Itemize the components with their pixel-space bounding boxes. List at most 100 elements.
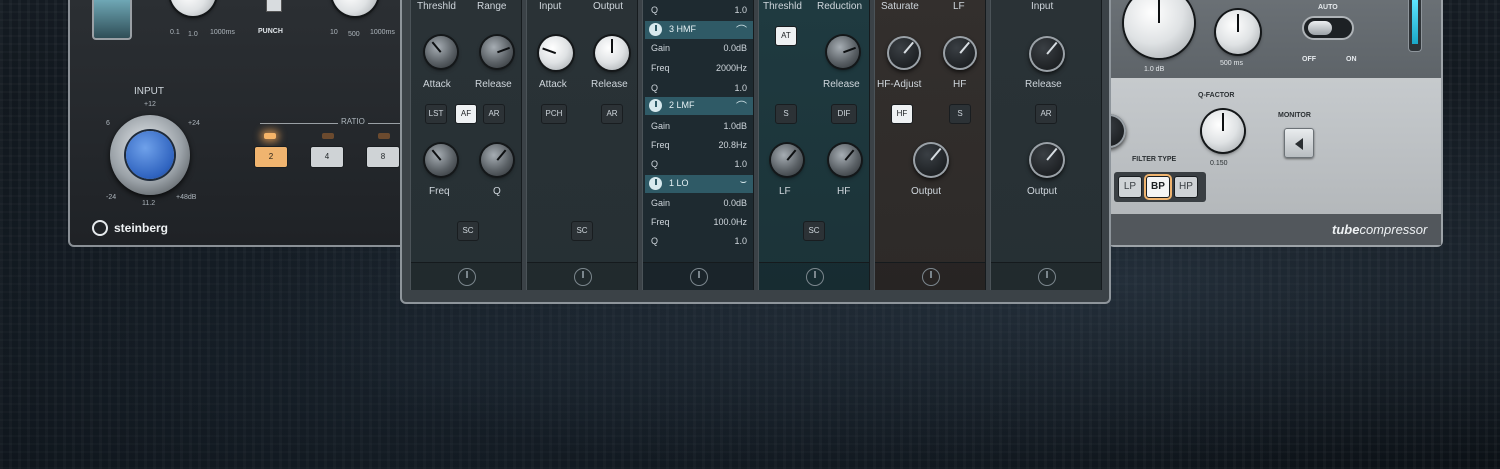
- limiter-input-knob[interactable]: [1029, 36, 1065, 72]
- gate-footer: [411, 262, 521, 290]
- gate-sidechain-button[interactable]: SC: [457, 221, 479, 241]
- deesser-dif-button[interactable]: DIF: [831, 104, 857, 124]
- limiter-power-icon[interactable]: [1038, 268, 1056, 286]
- gate-threshold-label: Threshld: [417, 1, 456, 12]
- comp-pch-button[interactable]: PCH: [541, 104, 567, 124]
- gate-q-knob[interactable]: [481, 144, 513, 176]
- tube-brand: tubecompressor: [1332, 222, 1427, 237]
- punch-switch[interactable]: [266, 0, 282, 12]
- gate-freq-knob[interactable]: [425, 144, 457, 176]
- comp-release-label: Release: [591, 79, 628, 90]
- eq-band-lo-header[interactable]: 1 LO ⌣: [645, 175, 753, 193]
- brand-label: steinberg: [114, 221, 169, 235]
- gate-af-button[interactable]: AF: [455, 104, 477, 124]
- gate-power-icon[interactable]: [458, 268, 476, 286]
- speaker-icon: [1295, 138, 1303, 150]
- gate-lst-button[interactable]: LST: [425, 104, 447, 124]
- limiter-release-label: Release: [1025, 79, 1062, 90]
- eq-band-lmf-header[interactable]: 2 LMF ⌒: [645, 97, 753, 115]
- ratio-button-8[interactable]: 8: [366, 146, 400, 168]
- eq-band-hmf-header[interactable]: 3 HMF ⌒: [645, 21, 753, 39]
- vu-meter: [92, 0, 132, 40]
- gate-range-label: Range: [477, 1, 507, 12]
- eq-lo-gain-value[interactable]: 0.0dB: [723, 198, 747, 208]
- release-knob[interactable]: [332, 0, 378, 16]
- filter-lp-button[interactable]: LP: [1118, 176, 1142, 198]
- deesser-hf-knob[interactable]: [829, 144, 861, 176]
- deesser-lf-knob[interactable]: [771, 144, 803, 176]
- saturator-saturate-label: Saturate: [881, 1, 919, 12]
- attack-mark-mid: 1.0: [188, 31, 198, 38]
- eq-lo-q-value[interactable]: 1.0: [734, 236, 747, 246]
- comp-power-icon[interactable]: [574, 268, 592, 286]
- comp-release-knob[interactable]: [595, 36, 629, 70]
- deesser-at-button[interactable]: AT: [775, 26, 797, 46]
- low-shelf-icon[interactable]: ⌣: [740, 176, 747, 189]
- band-power-icon[interactable]: [649, 23, 662, 36]
- eq-lmf-freq-value[interactable]: 20.8Hz: [718, 140, 747, 150]
- saturator-s-button[interactable]: S: [949, 104, 971, 124]
- eq-hmf-freq-key: Freq: [651, 63, 670, 73]
- input-mark-value: 11.2: [142, 200, 156, 207]
- peak-icon[interactable]: ⌒: [736, 98, 747, 114]
- comp-sidechain-button[interactable]: SC: [571, 221, 593, 241]
- eq-lo-gain-row: Gain 0.0dB: [647, 195, 751, 213]
- saturator-hf-label: HF: [953, 79, 967, 90]
- eq-top-q-value[interactable]: 1.0: [734, 5, 747, 15]
- limiter-footer: [991, 262, 1101, 290]
- attack-knob[interactable]: [170, 0, 216, 16]
- eq-lo-q-key: Q: [651, 236, 659, 246]
- eq-module: Q 1.0 3 HMF ⌒ Gain 0.0dB Freq 2000Hz Q 1.0 2 …: [642, 0, 754, 290]
- high-shelf-icon[interactable]: ⌒: [736, 22, 747, 38]
- monitor-button[interactable]: [1284, 128, 1314, 158]
- eq-hmf-freq-row: Freq 2000Hz: [647, 60, 751, 78]
- limiter-ar-button[interactable]: AR: [1035, 104, 1057, 124]
- eq-lo-freq-value[interactable]: 100.0Hz: [713, 217, 747, 227]
- comp-attack-knob[interactable]: [539, 36, 573, 70]
- tube-brand-rest: compressor: [1359, 222, 1428, 237]
- band-power-icon[interactable]: [649, 177, 662, 190]
- saturator-output-knob[interactable]: [913, 142, 949, 178]
- tube-brand-bold: tube: [1332, 222, 1360, 237]
- band-power-icon[interactable]: [649, 99, 662, 112]
- saturator-lf-knob[interactable]: [943, 36, 977, 70]
- input-knob[interactable]: [110, 115, 190, 195]
- auto-switch[interactable]: [1302, 16, 1354, 40]
- eq-hmf-gain-value[interactable]: 0.0dB: [723, 43, 747, 53]
- saturator-drive-knob[interactable]: [887, 36, 921, 70]
- eq-lmf-gain-value[interactable]: 1.0dB: [723, 121, 747, 131]
- gate-release-knob[interactable]: [481, 36, 513, 68]
- saturator-power-icon[interactable]: [922, 268, 940, 286]
- deesser-sidechain-button[interactable]: SC: [803, 221, 825, 241]
- comp-input-label: Input: [539, 1, 562, 12]
- eq-power-icon[interactable]: [690, 268, 708, 286]
- attack-mark-max: 1000ms: [210, 29, 235, 36]
- ratio-button-2[interactable]: 2: [254, 146, 288, 168]
- gate-attack-knob[interactable]: [425, 36, 457, 68]
- gate-attack-label: Attack: [423, 79, 451, 90]
- filter-hp-button[interactable]: HP: [1174, 176, 1198, 198]
- deesser-s-button[interactable]: S: [775, 104, 797, 124]
- deesser-power-icon[interactable]: [806, 268, 824, 286]
- qfactor-knob[interactable]: [1202, 110, 1244, 152]
- gate-ar-button[interactable]: AR: [483, 104, 505, 124]
- channel-strip-panel: Threshld Range Attack Release LST AF AR …: [400, 0, 1111, 304]
- deesser-release-knob[interactable]: [827, 36, 859, 68]
- saturator-hf-button[interactable]: HF: [891, 104, 913, 124]
- filter-bp-button[interactable]: BP: [1146, 176, 1170, 198]
- saturator-output-label: Output: [911, 186, 942, 197]
- release-time-knob[interactable]: [1216, 10, 1260, 54]
- ratio-button-4[interactable]: 4: [310, 146, 344, 168]
- comp-ar-button[interactable]: AR: [601, 104, 623, 124]
- output-meter-fill: [1412, 0, 1418, 44]
- eq-lmf-q-row: Q 1.0: [647, 156, 751, 174]
- limiter-output-knob[interactable]: [1029, 142, 1065, 178]
- auto-on-label: ON: [1346, 56, 1357, 63]
- eq-hmf-freq-value[interactable]: 2000Hz: [716, 63, 747, 73]
- qfactor-label: Q-FACTOR: [1198, 92, 1235, 99]
- saturator-lf-label: LF: [953, 1, 965, 12]
- input-mark-minus24: -24: [106, 194, 117, 201]
- eq-hmf-q-value[interactable]: 1.0: [734, 83, 747, 93]
- input-mark-6: 6: [106, 120, 110, 127]
- eq-lmf-q-value[interactable]: 1.0: [734, 159, 747, 169]
